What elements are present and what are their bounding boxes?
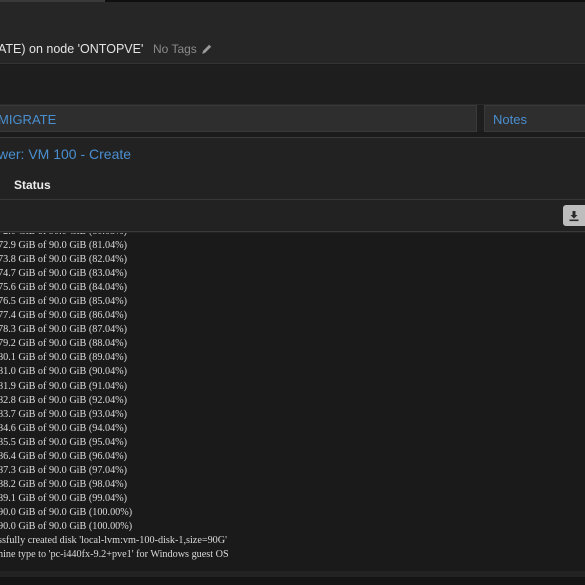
log-line: 74.7 GiB of 90.0 GiB (83.04%) [0,268,128,280]
tab-notes-label: Notes [493,112,527,127]
log-line: 85.5 GiB of 90.0 GiB (95.04%) [0,436,128,448]
tab-migrate[interactable]: MIGRATE [0,105,477,132]
tags-label: No Tags [153,42,197,56]
log-line: 79.2 GiB of 90.0 GiB (88.04%) [0,338,128,350]
tab-notes[interactable]: Notes [484,105,585,132]
download-button[interactable] [563,205,585,226]
log-line: 75.6 GiB of 90.0 GiB (84.04%) [0,282,128,294]
log-line: 89.1 GiB of 90.0 GiB (99.04%) [0,492,128,504]
log-line: 73.8 GiB of 90.0 GiB (82.04%) [0,254,128,266]
log-line: 78.3 GiB of 90.0 GiB (87.04%) [0,324,128,336]
tab-migrate-label: MIGRATE [0,112,57,127]
log-toolbar [0,200,585,232]
spacer-bar [0,65,585,105]
log-line: 84.6 GiB of 90.0 GiB (94.04%) [0,422,128,434]
log-lines: 72.0 GiB of 90.0 GiB (80.03%)72.9 GiB of… [0,233,229,562]
log-line: ssfully created disk 'local-lvm:vm-100-d… [0,535,227,547]
log-line: 81.9 GiB of 90.0 GiB (91.04%) [0,380,128,392]
log-line: 86.4 GiB of 90.0 GiB (96.04%) [0,450,128,462]
log-line: 81.0 GiB of 90.0 GiB (90.04%) [0,366,128,378]
log-line: 90.0 GiB of 90.0 GiB (100.00%) [0,520,133,532]
log-line: 77.4 GiB of 90.0 GiB (86.04%) [0,310,128,322]
tab-status[interactable]: Status [14,178,51,192]
log-line: 76.5 GiB of 90.0 GiB (85.04%) [0,296,128,308]
tabs-row: MIGRATE Notes [0,105,585,132]
page-title: ATE) on node 'ONTOPVE' [0,42,144,56]
log-line: 82.8 GiB of 90.0 GiB (92.04%) [0,394,128,406]
tags-editor[interactable]: No Tags [153,42,213,56]
task-log[interactable]: 72.0 GiB of 90.0 GiB (80.03%)72.9 GiB of… [0,233,585,571]
log-line: 87.3 GiB of 90.0 GiB (97.04%) [0,464,128,476]
download-icon [569,210,579,221]
log-line: 88.2 GiB of 90.0 GiB (98.04%) [0,478,128,490]
pencil-icon[interactable] [201,43,213,55]
log-line: 90.0 GiB of 90.0 GiB (100.00%) [0,506,133,518]
log-line: 83.7 GiB of 90.0 GiB (93.04%) [0,408,128,420]
header-bar: ATE) on node 'ONTOPVE' No Tags [0,2,585,64]
log-line: 80.1 GiB of 90.0 GiB (89.04%) [0,352,128,364]
log-line: 72.9 GiB of 90.0 GiB (81.04%) [0,240,128,252]
log-line: hine type to 'pc-i440fx-9.2+pve1' for Wi… [0,549,229,561]
task-viewer-panel: wer: VM 100 - Create Status 72.0 GiB of … [0,137,585,577]
task-viewer-title: wer: VM 100 - Create [0,146,132,162]
bottom-bar [0,577,585,585]
